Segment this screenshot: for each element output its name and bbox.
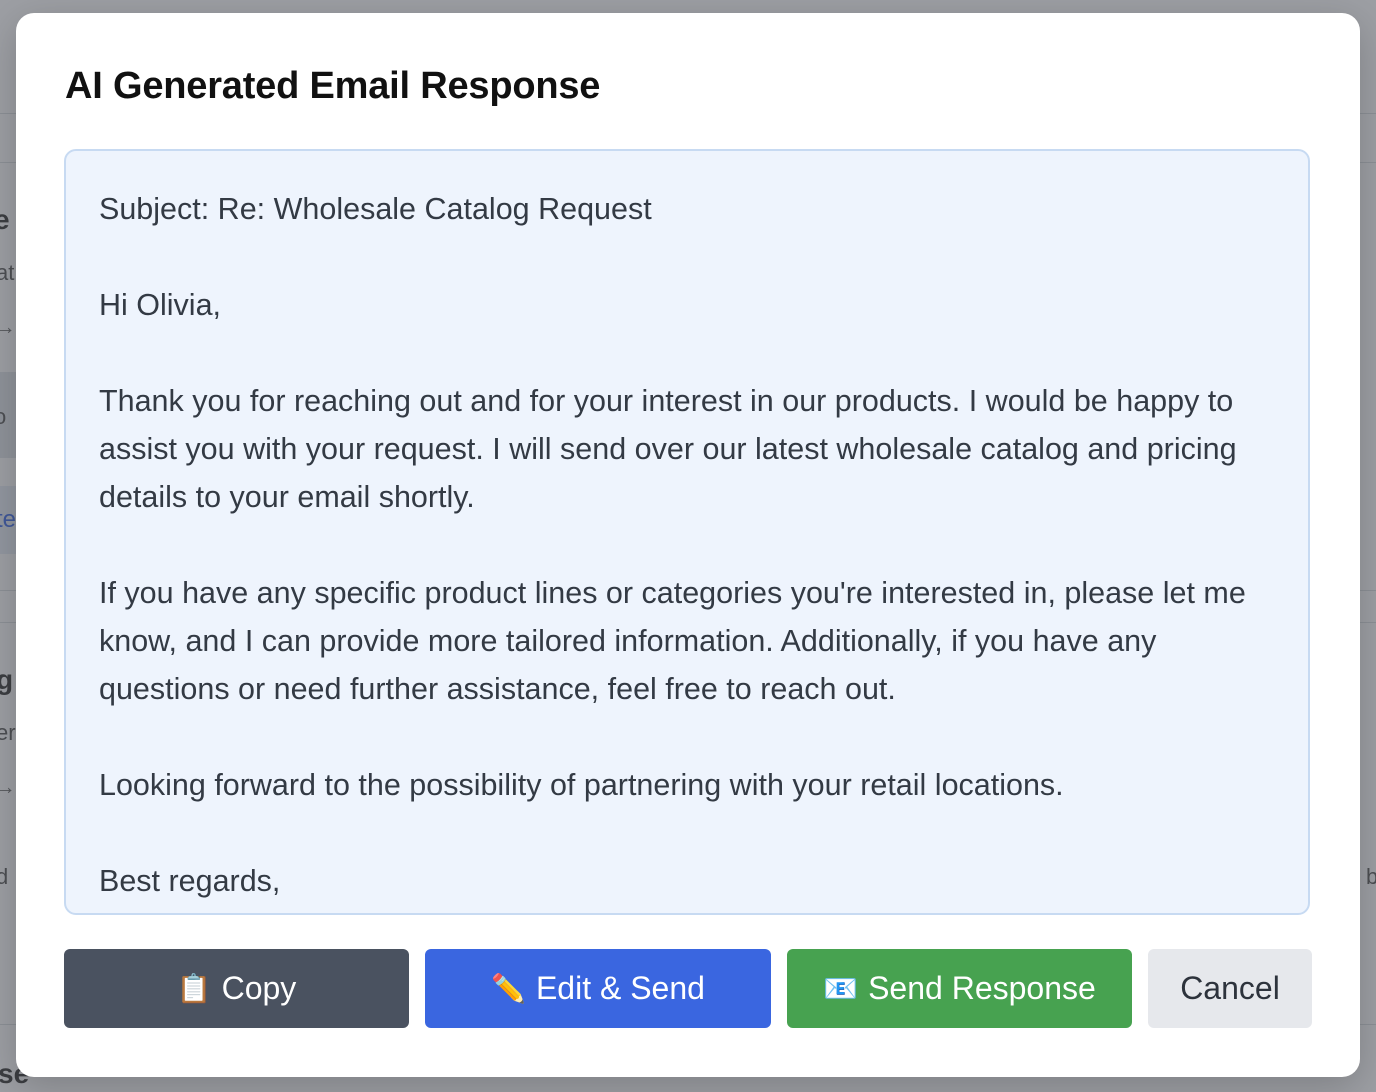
- send-response-button[interactable]: 📧 Send Response: [787, 949, 1132, 1028]
- email-body-text: Subject: Re: Wholesale Catalog Request H…: [99, 192, 1246, 898]
- email-response-textarea[interactable]: Subject: Re: Wholesale Catalog Request H…: [64, 149, 1310, 915]
- copy-button-label: Copy: [221, 970, 297, 1006]
- edit-and-send-button-label: Edit & Send: [535, 970, 705, 1006]
- clipboard-icon: 📋: [176, 973, 212, 1004]
- copy-button[interactable]: 📋 Copy: [64, 949, 409, 1028]
- send-response-button-label: Send Response: [868, 970, 1096, 1006]
- dialog-title: AI Generated Email Response: [65, 65, 601, 107]
- email-icon: 📧: [823, 973, 859, 1004]
- edit-and-send-button[interactable]: ✏️ Edit & Send: [425, 949, 771, 1028]
- email-response-dialog: AI Generated Email Response Subject: Re:…: [16, 13, 1360, 1077]
- cancel-button[interactable]: Cancel: [1148, 949, 1312, 1028]
- pencil-icon: ✏️: [491, 973, 526, 1004]
- cancel-button-label: Cancel: [1180, 970, 1280, 1006]
